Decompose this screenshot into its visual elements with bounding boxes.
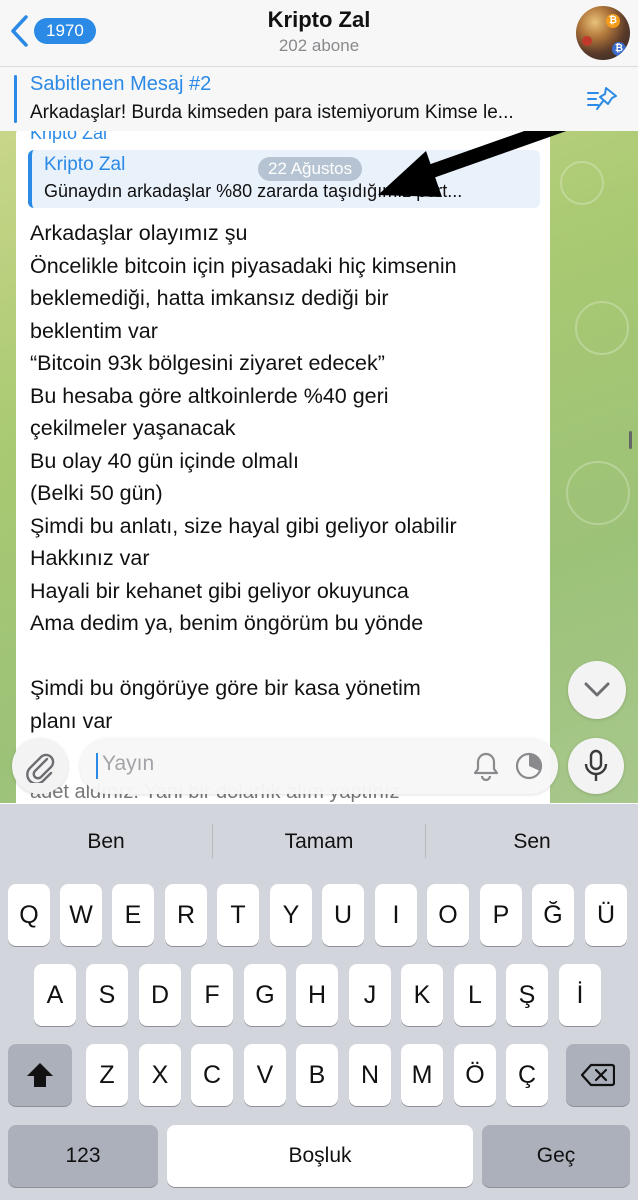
key-b[interactable]: B [296, 1044, 338, 1106]
message-line: (Belki 50 gün) [30, 481, 163, 505]
scroll-indicator[interactable] [629, 431, 632, 449]
pinned-list-icon[interactable] [586, 85, 620, 113]
message-text: Arkadaşlar olayımız şu Öncelikle bitcoin… [30, 217, 540, 737]
message-line: Bu olay 40 gün içinde olmalı [30, 448, 299, 473]
backspace-icon [581, 1063, 615, 1087]
chevron-down-icon [584, 682, 610, 697]
annotation-arrow-icon [378, 131, 567, 197]
suggestion-1[interactable]: Ben [0, 804, 212, 880]
key-h[interactable]: H [296, 964, 338, 1026]
key-w[interactable]: W [60, 884, 102, 946]
key-u[interactable]: U [322, 884, 364, 946]
message-line: Ama dedim ya, benim öngörüm bu yönde [30, 611, 424, 635]
message-input[interactable]: Yayın [80, 738, 558, 794]
key-f[interactable]: F [191, 964, 233, 1026]
subscriber-count: 202 abone [278, 36, 360, 55]
suggestion-2[interactable]: Tamam [213, 804, 425, 880]
key-d[interactable]: D [139, 964, 181, 1026]
keyboard: Ben Tamam Sen Q W E R T Y U I O P Ğ Ü A … [0, 804, 638, 1200]
pinned-message-bar[interactable]: Sabitlenen Mesaj #2 Arkadaşlar! Burda ki… [0, 66, 638, 132]
key-c[interactable]: C [191, 1044, 233, 1106]
message-line: Şimdi bu öngörüye göre bir kasa yönetim [30, 676, 421, 700]
key-a[interactable]: A [34, 964, 76, 1026]
channel-title[interactable]: Kripto Zal [0, 7, 638, 33]
message-line: Hakkınız var [30, 546, 150, 570]
text-cursor [96, 753, 98, 779]
message-line: Hayali bir kehanet gibi geliyor okuyunca [30, 578, 409, 603]
key-t[interactable]: T [217, 884, 259, 946]
key-c-cedilla[interactable]: Ç [506, 1044, 548, 1106]
key-g-breve[interactable]: Ğ [532, 884, 574, 946]
attach-button[interactable] [12, 738, 68, 794]
scroll-down-button[interactable] [568, 661, 626, 719]
key-l[interactable]: L [454, 964, 496, 1026]
return-key[interactable]: Geç [482, 1125, 630, 1187]
schedule-timer-icon[interactable] [514, 751, 544, 781]
pinned-title: Sabitlenen Mesaj #2 [30, 73, 212, 95]
key-q[interactable]: Q [8, 884, 50, 946]
key-e[interactable]: E [112, 884, 154, 946]
message-line: çekilmeler yaşanacak [30, 416, 236, 440]
chat-area[interactable]: Kripto Zal Kripto Zal Günaydın arkadaşla… [0, 131, 638, 803]
numbers-key[interactable]: 123 [8, 1125, 158, 1187]
message-input-placeholder: Yayın [102, 752, 155, 775]
key-r[interactable]: R [165, 884, 207, 946]
message-line: beklentim var [30, 318, 158, 343]
key-x[interactable]: X [139, 1044, 181, 1106]
key-o[interactable]: O [427, 884, 469, 946]
key-s-cedilla[interactable]: Ş [506, 964, 548, 1026]
reply-sender: Kripto Zal [44, 154, 126, 175]
chat-header: 1970 Kripto Zal 202 abone ₿ ₿ [0, 0, 638, 66]
key-i-dot[interactable]: İ [559, 964, 601, 1026]
paperclip-icon [26, 753, 55, 783]
microphone-icon [584, 749, 608, 781]
key-y[interactable]: Y [270, 884, 312, 946]
key-g[interactable]: G [244, 964, 286, 1026]
message-line: beklemediği, hatta imkansız dediği bir [30, 286, 389, 310]
key-p[interactable]: P [480, 884, 522, 946]
suggestion-3[interactable]: Sen [426, 804, 638, 880]
message-line: Öncelikle bitcoin için piyasadaki hiç ki… [30, 253, 457, 278]
key-n[interactable]: N [349, 1044, 391, 1106]
key-m[interactable]: M [401, 1044, 443, 1106]
key-s[interactable]: S [86, 964, 128, 1026]
message-line: planı var [30, 708, 113, 733]
key-j[interactable]: J [349, 964, 391, 1026]
voice-message-button[interactable] [568, 738, 624, 794]
key-z[interactable]: Z [86, 1044, 128, 1106]
key-u-umlaut[interactable]: Ü [585, 884, 627, 946]
message-line [30, 640, 540, 673]
key-v[interactable]: V [244, 1044, 286, 1106]
key-i[interactable]: I [375, 884, 417, 946]
message-sender[interactable]: Kripto Zal [30, 131, 107, 144]
date-badge: 22 Ağustos [258, 157, 363, 181]
pinned-indicator [14, 75, 17, 123]
key-o-umlaut[interactable]: Ö [454, 1044, 496, 1106]
message-line: Arkadaşlar olayımız şu [30, 221, 248, 245]
message-line: Bu hesaba göre altkoinlerde %40 geri [30, 383, 389, 408]
backspace-key[interactable] [566, 1044, 630, 1106]
key-k[interactable]: K [401, 964, 443, 1026]
bell-icon[interactable] [472, 751, 500, 781]
channel-avatar[interactable]: ₿ ₿ [576, 6, 630, 60]
space-key[interactable]: Boşluk [167, 1125, 473, 1187]
pinned-text: Arkadaşlar! Burda kimseden para istemiyo… [30, 102, 514, 123]
message-line: “Bitcoin 93k bölgesini ziyaret edecek” [30, 351, 385, 375]
shift-key[interactable] [8, 1044, 72, 1106]
shift-arrow-icon [27, 1063, 53, 1087]
message-line: Şimdi bu anlatı, size hayal gibi geliyor… [30, 513, 457, 538]
